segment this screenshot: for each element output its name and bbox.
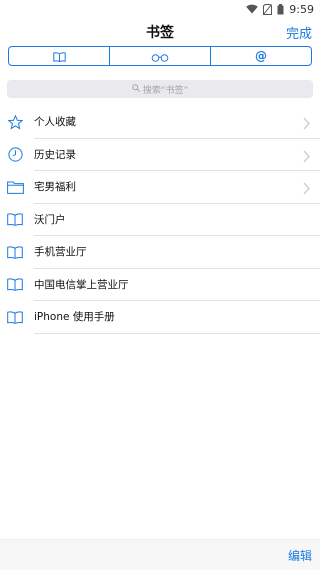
- battery-icon: [277, 3, 284, 15]
- page-title: 书签: [146, 25, 174, 41]
- bookmark-list: 个人收藏 历史记录 宅男福利 沃门户 手机营业厅 中国电信掌上营业厅 iPhon…: [0, 106, 320, 334]
- done-button[interactable]: 完成: [286, 23, 312, 42]
- at-icon: @: [255, 49, 267, 63]
- list-item-label: iPhone 使用手册: [34, 311, 115, 324]
- wifi-icon: [246, 4, 259, 14]
- book-icon: [6, 308, 24, 326]
- list-item-label: 宅男福利: [34, 181, 76, 194]
- list-item-history[interactable]: 历史记录: [7, 139, 320, 171]
- list-item-label: 中国电信掌上营业厅: [34, 278, 129, 291]
- nav-bar: 书签 完成: [0, 18, 320, 46]
- search-icon: [132, 83, 140, 95]
- chevron-right-icon: [303, 148, 310, 167]
- list-item-folder[interactable]: 宅男福利: [6, 171, 320, 204]
- search-placeholder: 搜索“书签”: [142, 85, 189, 96]
- folder-icon: [6, 178, 24, 196]
- list-item-label: 手机营业厅: [34, 246, 87, 259]
- list-item-label: 历史记录: [34, 148, 76, 161]
- bottom-toolbar: 编辑: [0, 539, 320, 570]
- list-item-bookmark[interactable]: 手机营业厅: [7, 236, 320, 269]
- chevron-right-icon: [303, 180, 310, 199]
- list-item-bookmark[interactable]: iPhone 使用手册: [7, 301, 320, 334]
- no-sim-icon: [263, 3, 273, 15]
- list-item-bookmark[interactable]: 中国电信掌上营业厅: [7, 269, 320, 301]
- edit-button[interactable]: 编辑: [288, 547, 312, 564]
- star-icon: [6, 113, 24, 131]
- clock-icon: [6, 146, 24, 164]
- status-bar: 9:59: [0, 0, 320, 18]
- list-item-bookmark[interactable]: 沃门户: [7, 204, 320, 236]
- tab-shared-links[interactable]: @: [211, 47, 311, 65]
- list-item-label: 个人收藏: [34, 116, 76, 129]
- book-icon: [6, 243, 24, 261]
- book-icon: [52, 47, 66, 65]
- list-item-favorites[interactable]: 个人收藏: [7, 106, 320, 139]
- bookmark-segmented-control: @: [8, 46, 312, 66]
- chevron-right-icon: [303, 115, 310, 134]
- search-input[interactable]: 搜索“书签”: [7, 80, 313, 98]
- list-item-label: 沃门户: [34, 213, 66, 226]
- tab-reading-list[interactable]: [110, 47, 211, 65]
- book-icon: [6, 276, 24, 294]
- book-icon: [6, 211, 24, 229]
- glasses-icon: [151, 47, 169, 65]
- tab-bookmarks[interactable]: [9, 47, 110, 65]
- status-time: 9:59: [289, 2, 314, 16]
